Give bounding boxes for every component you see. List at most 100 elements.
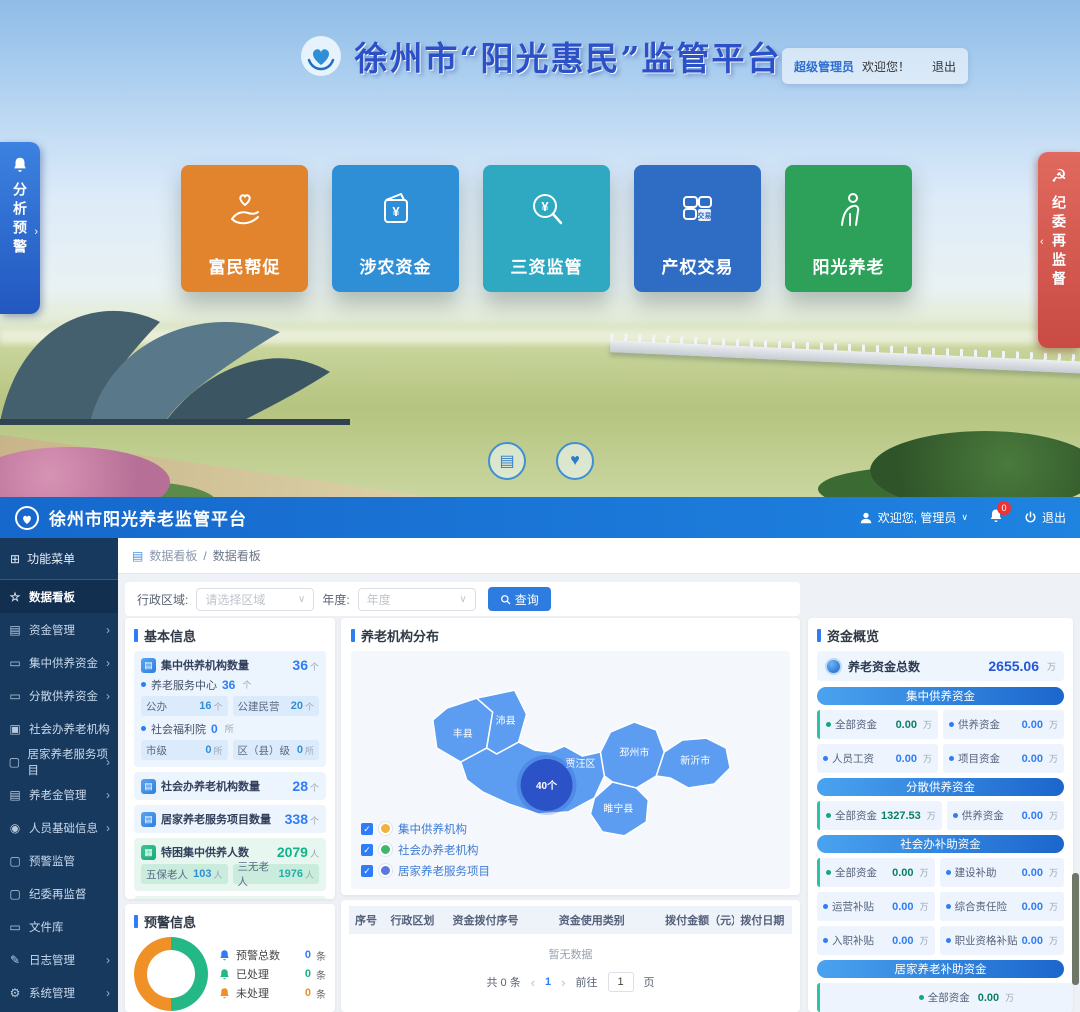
fund-cell: 项目资金0.00万 [943, 744, 1064, 773]
logout-label: 退出 [1042, 509, 1066, 526]
sidebar-item-home-service[interactable]: ▢居家养老服务项目› [0, 745, 118, 778]
purple-pin-icon [379, 864, 392, 877]
analysis-warning-tab[interactable]: 分析预警 › [0, 142, 40, 314]
sub-cell: 三无老人1976人 [233, 864, 320, 884]
hero-logout-link[interactable]: 退出 [932, 58, 956, 75]
jiwei-supervision-tab[interactable]: ☭ 纪委再监督 ‹ [1038, 152, 1080, 348]
sidebar-item-data-board[interactable]: ☆数据看板 [0, 580, 118, 613]
tile-chanquan-jiaoyi[interactable]: 交易 产权交易 [634, 165, 761, 292]
legend-toggle-home-service[interactable]: ✓ 居家养老服务项目 [361, 860, 490, 881]
tile-shenong-zijin[interactable]: ¥ 涉农资金 [332, 165, 459, 292]
fund-cell: 综合责任险0.00万 [940, 892, 1064, 921]
sub-cell: 区（县）级0所 [233, 740, 320, 760]
total-count: 共 0 条 [486, 974, 520, 990]
sidebar-item-pension-mgmt[interactable]: ▤养老金管理› [0, 778, 118, 811]
panel-title: 预警信息 [144, 912, 196, 931]
sidebar-item-fund-mgmt[interactable]: ▤资金管理› [0, 613, 118, 646]
page-number-button[interactable]: 1 [545, 976, 551, 988]
doc-icon: ▤ [141, 779, 156, 794]
goto-page-input[interactable] [608, 972, 634, 992]
region-select[interactable]: 请选择区域 ∨ [196, 588, 314, 611]
bell-icon [218, 949, 231, 962]
panel-title: 养老机构分布 [361, 626, 439, 645]
logout-button[interactable]: 退出 [1024, 509, 1066, 526]
monitor-icon: ▢ [8, 887, 22, 901]
search-icon [500, 594, 511, 605]
basic-info-panel: 基本信息 ▤ 集中供养机构数量 36个 养老服务中心36个 公办16个 公建民营… [125, 618, 335, 899]
chevron-right-icon: › [106, 788, 110, 802]
prev-page-button[interactable]: ‹ [531, 975, 535, 990]
next-page-button[interactable]: › [561, 975, 565, 990]
chevron-right-icon: › [34, 226, 38, 238]
doc-icon: ▤ [141, 812, 156, 827]
sidebar-item-social-org[interactable]: ▣社会办养老机构› [0, 712, 118, 745]
col-header: 拨付日期 [734, 906, 792, 934]
fund-cell: 运营补贴0.00万 [817, 892, 935, 921]
module-tiles: 富民帮促 ¥ 涉农资金 ¥ 三资监管 交易 [181, 165, 912, 292]
stat-block-home-projects: ▤居家养老服务项目数量 338个 [134, 805, 326, 833]
page-scrollbar-thumb[interactable] [1072, 873, 1079, 985]
power-icon [1024, 511, 1037, 524]
sub-stat-label: 社会福利院 [151, 721, 206, 737]
tile-yangguang-yanglao[interactable]: 阳光养老 [785, 165, 912, 292]
folder-icon: ▭ [8, 656, 22, 670]
sub-cell: 五保老人103人 [141, 864, 228, 884]
legend-toggle-central-orgs[interactable]: ✓ 集中供养机构 [361, 818, 490, 839]
fund-cell: 人员工资0.00万 [817, 744, 938, 773]
chevron-right-icon: › [106, 755, 110, 769]
col-header: 资金使用类别 [553, 906, 659, 934]
sidebar-item-jiwei-supervision[interactable]: ▢ 纪委再监督 [0, 877, 118, 910]
map-legend: ✓ 集中供养机构 ✓ 社会办养老机构 ✓ 居家养老服务项目 [361, 818, 490, 881]
map-label: 邳州市 [619, 746, 649, 759]
tile-label: 涉农资金 [332, 253, 459, 278]
sidebar-item-log-mgmt[interactable]: ✎日志管理› [0, 943, 118, 976]
heart-care-float-button[interactable]: ♥ [556, 442, 594, 480]
panel-title: 资金概览 [827, 626, 879, 645]
warning-donut-chart [134, 937, 208, 1011]
title-bar-accent [351, 629, 355, 642]
sidebar-item-label: 养老金管理 [29, 787, 87, 803]
id-card-float-button[interactable]: ▤ [488, 442, 526, 480]
sidebar-item-system-mgmt[interactable]: ⚙系统管理› [0, 976, 118, 1009]
svg-text:¥: ¥ [392, 204, 400, 219]
sidebar-item-label: 居家养老服务项目 [28, 746, 110, 778]
svg-text:¥: ¥ [541, 199, 549, 214]
total-funds-row: 养老资金总数 2655.06万 [817, 651, 1064, 681]
sidebar-item-central-fund[interactable]: ▭集中供养资金› [0, 646, 118, 679]
sidebar-item-label: 纪委再监督 [29, 886, 87, 902]
sidebar-item-file-library[interactable]: ▭文件库 [0, 910, 118, 943]
legend-label: 集中供养机构 [398, 821, 467, 837]
bell-icon [218, 987, 231, 1000]
chevron-down-icon: ∨ [298, 594, 305, 605]
tile-label: 阳光养老 [785, 253, 912, 278]
section-header-social-subsidy: 社会办补助资金 [817, 835, 1064, 853]
user-role: 超级管理员 [794, 58, 854, 75]
search-button[interactable]: 查询 [488, 587, 551, 611]
breadcrumb-current: 数据看板 [213, 547, 261, 564]
sidebar-item-personnel-info[interactable]: ◉人员基础信息› [0, 811, 118, 844]
legend-toggle-social-orgs[interactable]: ✓ 社会办养老机构 [361, 839, 490, 860]
tile-sanzi-jianguan[interactable]: ¥ 三资监管 [483, 165, 610, 292]
sidebar-item-label: 资金管理 [29, 622, 75, 638]
notification-bell-button[interactable]: 0 [988, 508, 1004, 527]
tile-label: 产权交易 [634, 253, 761, 278]
sidebar-item-warning-supervision[interactable]: ▢预警监管 [0, 844, 118, 877]
chevron-right-icon: › [106, 821, 110, 835]
checkbox-checked-icon: ✓ [361, 844, 373, 856]
year-select[interactable]: 年度 ∨ [358, 588, 476, 611]
breadcrumb-root[interactable]: 数据看板 [149, 547, 197, 564]
bullet-dot [141, 682, 146, 687]
party-emblem-icon: ☭ [1051, 166, 1067, 187]
map-label: 睢宁县 [603, 802, 633, 815]
chevron-right-icon: › [106, 656, 110, 670]
user-menu[interactable]: 欢迎您, 管理员 ∨ [859, 509, 968, 526]
fund-cell: 供养资金0.00万 [943, 710, 1064, 739]
sidebar-item-dispersed-fund[interactable]: ▭分散供养资金› [0, 679, 118, 712]
fund-cell: 建设补助0.00万 [940, 858, 1064, 887]
hero-landing: 徐州市“阳光惠民”监管平台 超级管理员 欢迎您！ 退出 富民帮促 ¥ 涉农资金 [0, 0, 1080, 497]
sub-cell: 公办16个 [141, 696, 228, 716]
tile-fumin-bangcu[interactable]: 富民帮促 [181, 165, 308, 292]
fund-cell: 全部资金0.00万 [817, 983, 1073, 1012]
svg-text:交易: 交易 [697, 211, 711, 220]
map-label: 沛县 [496, 714, 516, 727]
